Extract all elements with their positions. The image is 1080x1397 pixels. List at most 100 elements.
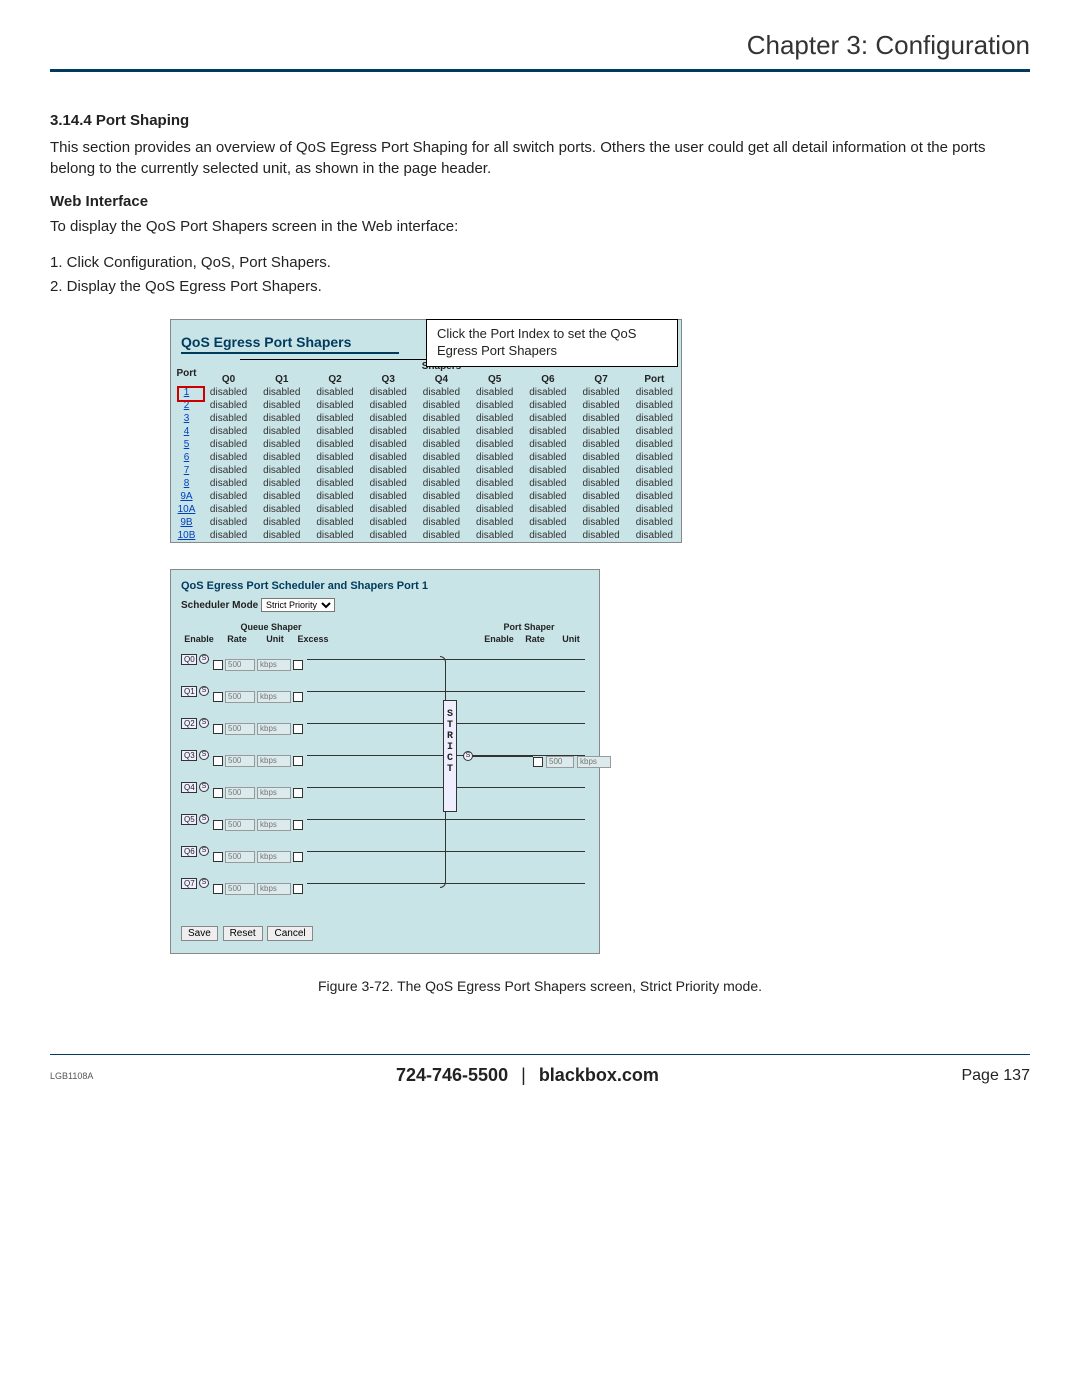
shaper-cell: disabled	[255, 529, 308, 542]
shaper-cell: disabled	[468, 451, 521, 464]
shaper-cell: disabled	[308, 464, 361, 477]
queue-enable-checkbox[interactable]	[213, 884, 223, 894]
shaper-cell: disabled	[308, 412, 361, 425]
queue-excess-checkbox[interactable]	[293, 788, 303, 798]
queue-enable-checkbox[interactable]	[213, 820, 223, 830]
port-link[interactable]: 4	[184, 426, 190, 437]
callout-box: Click the Port Index to set the QoS Egre…	[426, 319, 678, 367]
shaper-cell: disabled	[202, 516, 255, 529]
port-link[interactable]: 10B	[178, 530, 196, 541]
queue-excess-checkbox[interactable]	[293, 820, 303, 830]
queue-enable-checkbox[interactable]	[213, 852, 223, 862]
queue-rate-input[interactable]: 500	[225, 851, 255, 863]
queue-unit-select[interactable]: kbps	[257, 691, 291, 703]
queue-unit-select[interactable]: kbps	[257, 819, 291, 831]
port-link[interactable]: 10A	[178, 504, 196, 515]
queue-node-icon: S	[199, 846, 209, 856]
header-divider	[50, 69, 1030, 72]
queue-rate-input[interactable]: 500	[225, 659, 255, 671]
queue-row: Q6S500kbps	[181, 842, 589, 860]
queue-enable-checkbox[interactable]	[213, 660, 223, 670]
table-row: 8disableddisableddisableddisableddisable…	[171, 477, 681, 490]
queue-excess-checkbox[interactable]	[293, 660, 303, 670]
scheduler-mode-select[interactable]: Strict Priority	[261, 598, 335, 612]
queue-node-icon: S	[199, 654, 209, 664]
queue-excess-checkbox[interactable]	[293, 692, 303, 702]
cancel-button[interactable]: Cancel	[267, 926, 312, 941]
port-shaper-rate-input[interactable]: 500	[546, 756, 574, 768]
port-index-cell[interactable]: 7	[171, 464, 202, 477]
queue-rate-input[interactable]: 500	[225, 819, 255, 831]
shaper-cell: disabled	[521, 464, 574, 477]
port-index-cell[interactable]: 10A	[171, 503, 202, 516]
port-link[interactable]: 9B	[180, 517, 192, 528]
queue-enable-checkbox[interactable]	[213, 756, 223, 766]
shaper-cell: disabled	[362, 490, 415, 503]
queue-rate-input[interactable]: 500	[225, 691, 255, 703]
port-link[interactable]: 3	[184, 413, 190, 424]
port-shaper-unit-select[interactable]: kbps	[577, 756, 611, 768]
connector-line	[307, 819, 585, 820]
table-row: 4disableddisableddisableddisableddisable…	[171, 425, 681, 438]
shaper-cell: disabled	[628, 412, 681, 425]
shaper-cell: disabled	[362, 516, 415, 529]
queue-unit-select[interactable]: kbps	[257, 787, 291, 799]
port-index-cell[interactable]: 9B	[171, 516, 202, 529]
queue-unit-select[interactable]: kbps	[257, 659, 291, 671]
port-link[interactable]: 8	[184, 478, 190, 489]
queue-excess-checkbox[interactable]	[293, 724, 303, 734]
queue-unit-select[interactable]: kbps	[257, 851, 291, 863]
port-shaper-enable-checkbox[interactable]	[533, 757, 543, 767]
queue-excess-checkbox[interactable]	[293, 852, 303, 862]
queue-unit-select[interactable]: kbps	[257, 755, 291, 767]
chapter-title: Chapter 3: Configuration	[50, 30, 1030, 67]
shaper-cell: disabled	[255, 464, 308, 477]
queue-unit-select[interactable]: kbps	[257, 723, 291, 735]
queue-node-icon: S	[199, 782, 209, 792]
scheduler-mode-label: Scheduler Mode	[181, 600, 258, 611]
port-index-cell[interactable]: 5	[171, 438, 202, 451]
save-button[interactable]: Save	[181, 926, 218, 941]
shaper-cell: disabled	[521, 399, 574, 412]
shaper-cell: disabled	[415, 490, 468, 503]
shaper-cell: disabled	[308, 529, 361, 542]
port-index-cell[interactable]: 3	[171, 412, 202, 425]
port-index-cell[interactable]: 9A	[171, 490, 202, 503]
shaper-cell: disabled	[255, 516, 308, 529]
queue-rate-input[interactable]: 500	[225, 787, 255, 799]
queue-enable-checkbox[interactable]	[213, 692, 223, 702]
queue-unit-select[interactable]: kbps	[257, 883, 291, 895]
port-index-cell[interactable]: 4	[171, 425, 202, 438]
shaper-cell: disabled	[574, 412, 627, 425]
port-link[interactable]: 6	[184, 452, 190, 463]
shaper-cell: disabled	[255, 386, 308, 399]
port-link[interactable]: 5	[184, 439, 190, 450]
port-index-cell[interactable]: 8	[171, 477, 202, 490]
reset-button[interactable]: Reset	[223, 926, 263, 941]
shaper-cell: disabled	[468, 438, 521, 451]
shaper-cell: disabled	[202, 399, 255, 412]
col-q6: Q6	[521, 373, 574, 386]
queue-excess-checkbox[interactable]	[293, 884, 303, 894]
queue-shaper-header: Queue Shaper	[181, 622, 361, 632]
port-link[interactable]: 9A	[180, 491, 192, 502]
shaper-cell: disabled	[362, 451, 415, 464]
port-link[interactable]: 7	[184, 465, 190, 476]
step-1: 1. Click Configuration, QoS, Port Shaper…	[50, 251, 1030, 275]
shaper-cell: disabled	[468, 425, 521, 438]
shaper-cell: disabled	[468, 477, 521, 490]
shaper-cell: disabled	[308, 477, 361, 490]
queue-excess-checkbox[interactable]	[293, 756, 303, 766]
queue-rate-input[interactable]: 500	[225, 755, 255, 767]
port-index-cell[interactable]: 10B	[171, 529, 202, 542]
shaper-cell: disabled	[255, 477, 308, 490]
shaper-cell: disabled	[628, 464, 681, 477]
shaper-cell: disabled	[468, 529, 521, 542]
queue-enable-checkbox[interactable]	[213, 724, 223, 734]
shaper-cell: disabled	[202, 529, 255, 542]
queue-rate-input[interactable]: 500	[225, 723, 255, 735]
queue-rate-input[interactable]: 500	[225, 883, 255, 895]
shaper-cell: disabled	[202, 438, 255, 451]
port-index-cell[interactable]: 6	[171, 451, 202, 464]
queue-enable-checkbox[interactable]	[213, 788, 223, 798]
